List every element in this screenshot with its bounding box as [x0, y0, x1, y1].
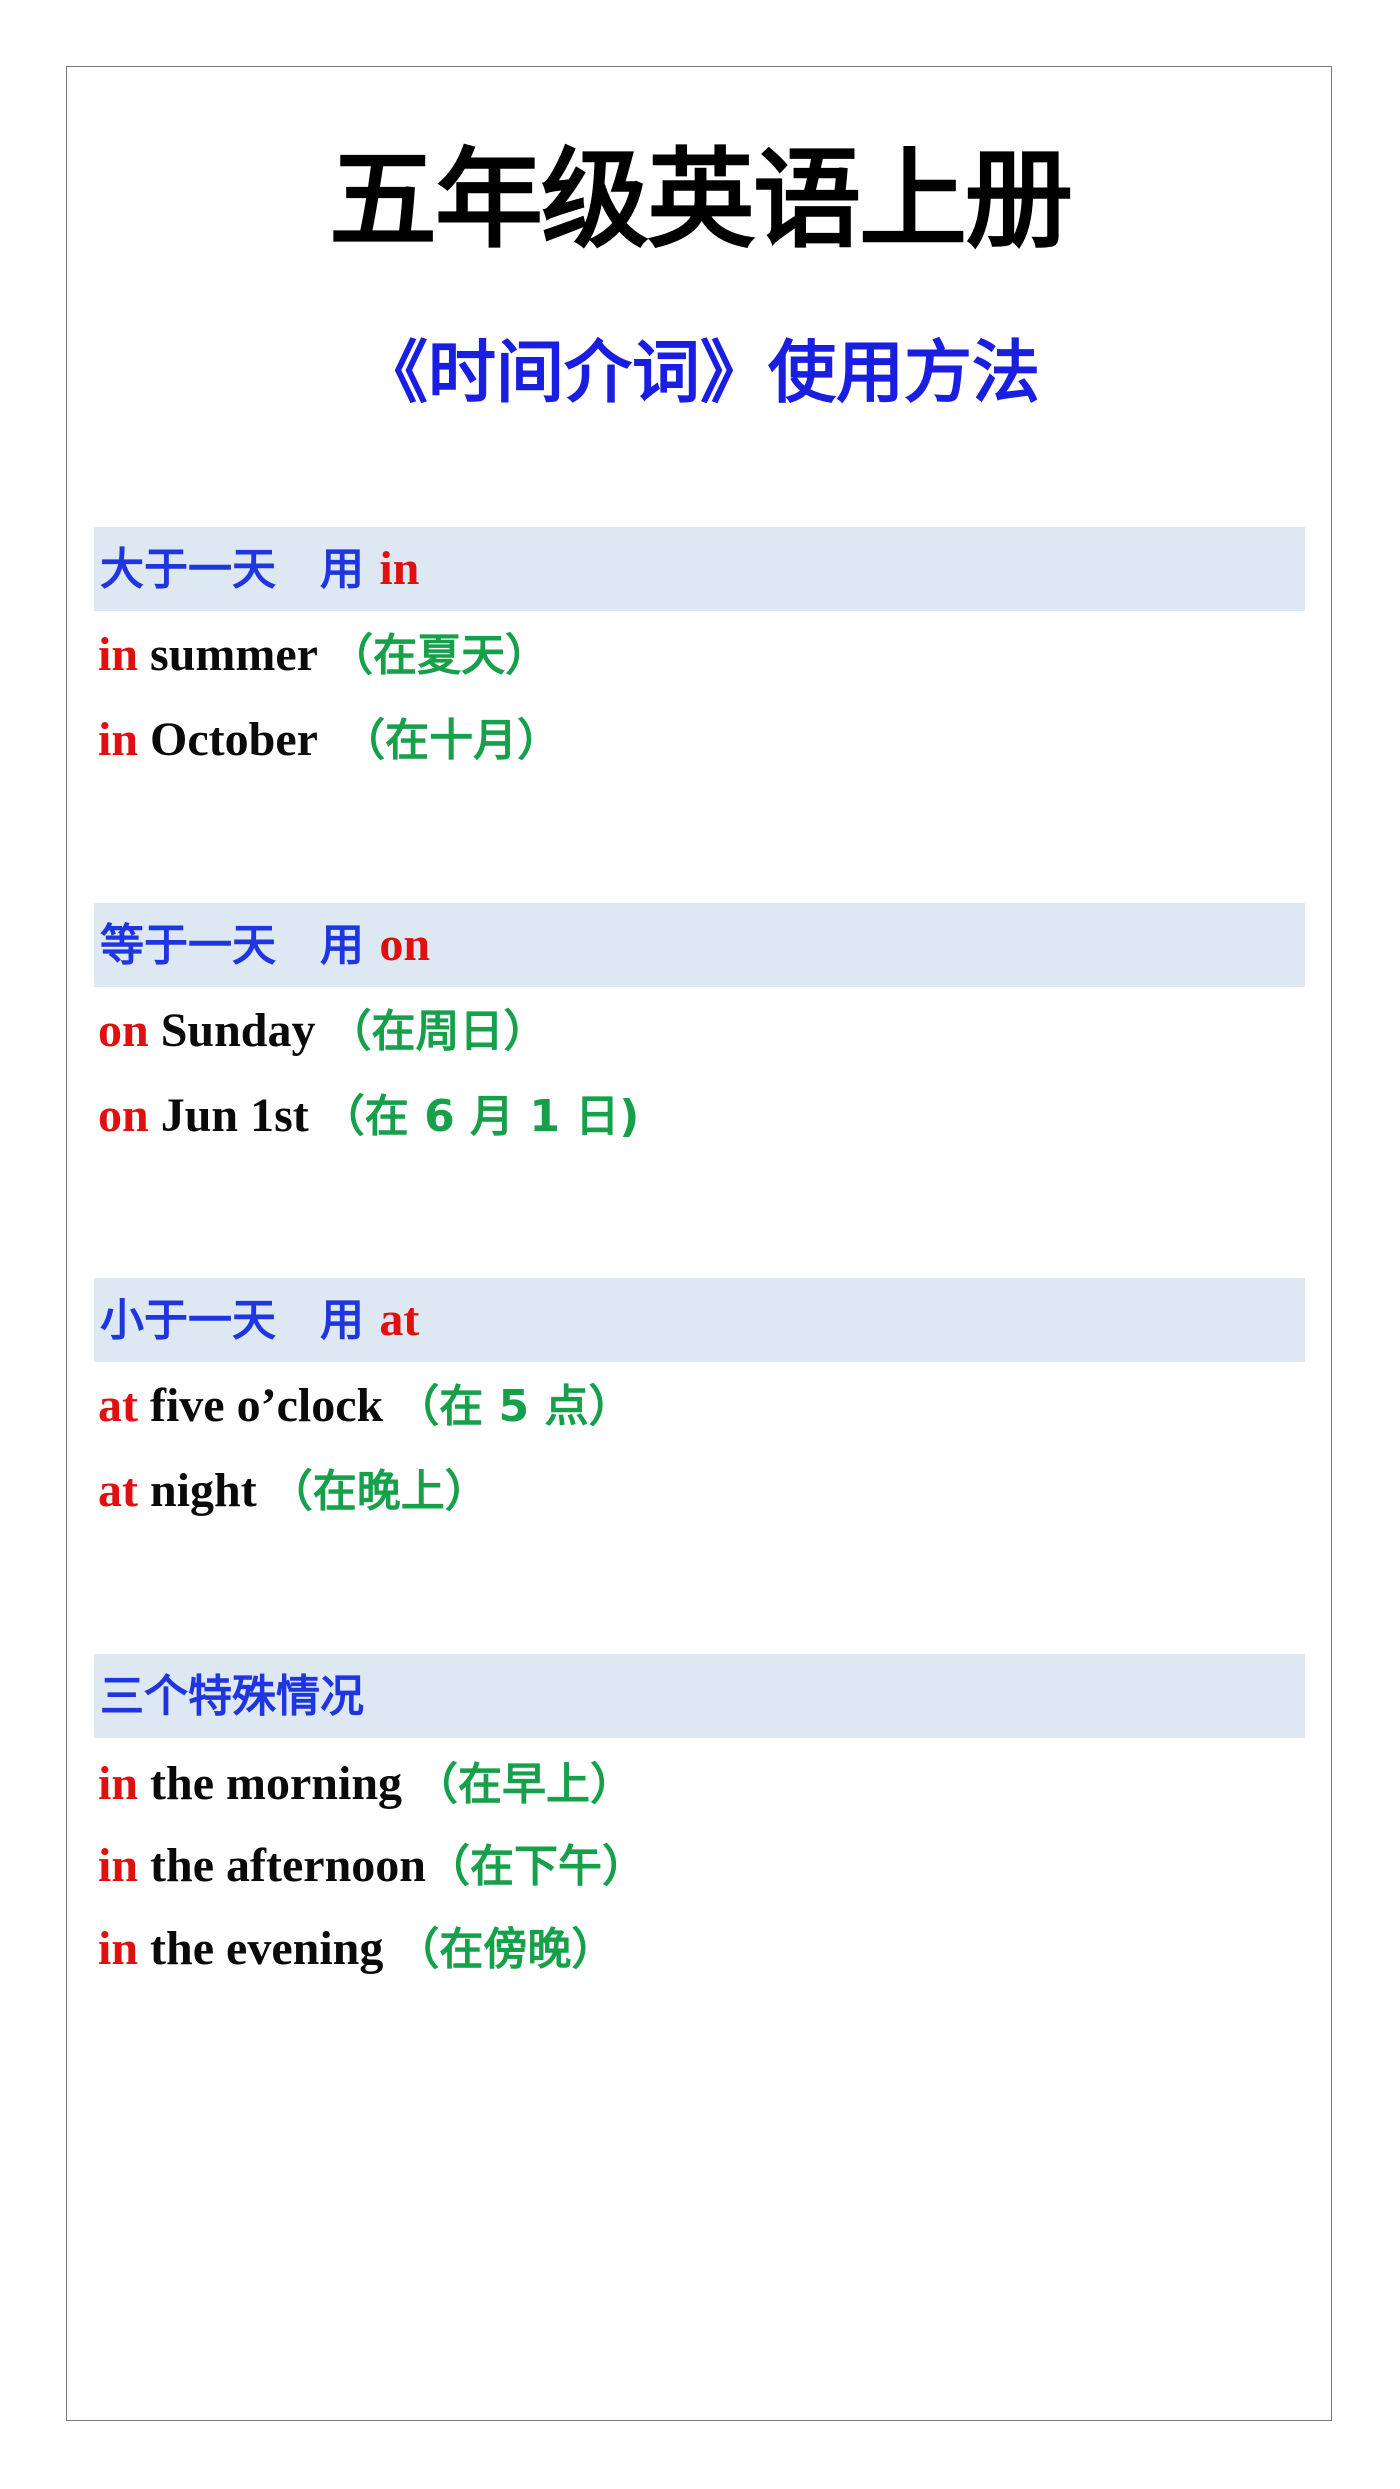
- preposition: at: [98, 1464, 138, 1517]
- section-heading: 小于一天 用 at: [100, 1278, 419, 1362]
- example-row: in the afternoon（在下午）: [98, 1831, 646, 1901]
- example-row: at five o’clock （在 5 点）: [98, 1371, 633, 1441]
- english-phrase: five o’clock: [137, 1379, 396, 1432]
- section-heading-label: 大于一天 用: [100, 544, 380, 595]
- section-heading-bar: 等于一天 用 on: [94, 903, 1305, 987]
- chinese-translation: （在夏天）: [329, 630, 550, 681]
- example-row: on Jun 1st （在 6 月 1 日): [98, 1081, 639, 1151]
- preposition: on: [98, 1089, 149, 1142]
- section-heading-label: 小于一天 用: [100, 1295, 380, 1346]
- preposition: in: [98, 628, 139, 681]
- english-phrase: summer: [138, 628, 330, 681]
- chinese-translation: （在晚上）: [268, 1466, 489, 1517]
- example-row: in the morning （在早上）: [98, 1749, 634, 1819]
- section-heading: 大于一天 用 in: [100, 527, 419, 611]
- example-row: in October （在十月）: [98, 705, 561, 775]
- preposition: in: [98, 1922, 139, 1975]
- english-phrase: Sunday: [148, 1004, 328, 1057]
- english-phrase: October: [138, 713, 342, 766]
- chinese-translation: （在 5 点）: [395, 1381, 633, 1432]
- example-row: on Sunday （在周日）: [98, 996, 547, 1066]
- section-heading: 三个特殊情况: [100, 1654, 364, 1738]
- english-phrase: the evening: [138, 1922, 396, 1975]
- section-heading-label: 三个特殊情况: [100, 1671, 364, 1722]
- english-phrase: the morning: [138, 1757, 415, 1810]
- section-heading-bar: 大于一天 用 in: [94, 527, 1305, 611]
- english-phrase: Jun 1st: [148, 1089, 321, 1142]
- section-heading-preposition: on: [379, 918, 431, 971]
- section-heading-bar: 三个特殊情况: [94, 1654, 1305, 1738]
- english-phrase: the afternoon: [138, 1839, 426, 1892]
- document-page: [66, 66, 1332, 2421]
- preposition: in: [98, 713, 139, 766]
- preposition: on: [98, 1004, 149, 1057]
- chinese-translation: （在早上）: [414, 1759, 635, 1810]
- example-row: in summer （在夏天）: [98, 620, 549, 690]
- chinese-translation: （在傍晚）: [395, 1924, 616, 1975]
- chinese-translation: （在下午）: [425, 1841, 646, 1892]
- page-title: 五年级英语上册: [328, 137, 1073, 263]
- example-row: in the evening （在傍晚）: [98, 1914, 615, 1984]
- preposition: in: [98, 1839, 139, 1892]
- preposition: at: [98, 1379, 138, 1432]
- page-subtitle: 《时间介词》使用方法: [359, 333, 1040, 413]
- example-row: at night （在晚上）: [98, 1456, 489, 1526]
- section-heading: 等于一天 用 on: [100, 903, 430, 987]
- preposition: in: [98, 1757, 139, 1810]
- section-heading-preposition: in: [379, 542, 420, 595]
- section-heading-preposition: at: [379, 1293, 420, 1346]
- chinese-translation: （在十月）: [341, 715, 562, 766]
- chinese-translation: （在周日）: [327, 1006, 548, 1057]
- section-heading-bar: 小于一天 用 at: [94, 1278, 1305, 1362]
- chinese-translation: （在 6 月 1 日): [320, 1091, 640, 1142]
- section-heading-label: 等于一天 用: [100, 920, 380, 971]
- english-phrase: night: [137, 1464, 269, 1517]
